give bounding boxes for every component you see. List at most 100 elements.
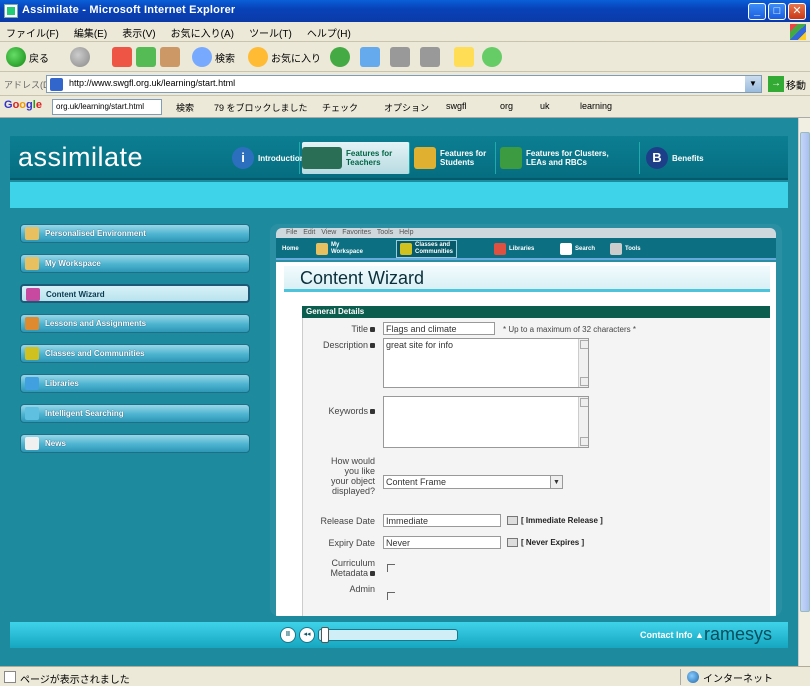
- lessons-icon: [25, 317, 39, 330]
- back-button[interactable]: 戻る: [6, 46, 49, 68]
- release-date-input[interactable]: Immediate: [383, 514, 501, 527]
- admin-checkbox[interactable]: [387, 592, 395, 600]
- media-progress-slider[interactable]: [318, 627, 458, 643]
- menu-personalised-environment[interactable]: Personalised Environment: [20, 224, 250, 243]
- inner-tab-my-workspace[interactable]: My Workspace: [316, 240, 363, 258]
- title-input[interactable]: Flags and climate: [383, 322, 495, 335]
- content-panel: File Edit View Favorites Tools Help Home…: [270, 224, 782, 616]
- close-button[interactable]: ✕: [788, 3, 806, 20]
- home-icon: [160, 47, 180, 67]
- menu-lessons-assignments[interactable]: Lessons and Assignments: [20, 314, 250, 333]
- info-icon: i: [232, 147, 254, 169]
- google-logo[interactable]: Google: [4, 99, 42, 111]
- address-url: http://www.swgfl.org.uk/learning/start.h…: [69, 78, 236, 88]
- nav-label: Benefits: [672, 153, 704, 163]
- address-dropdown-icon[interactable]: ▼: [745, 76, 761, 92]
- keywords-label: Keywords: [303, 406, 375, 416]
- classes-icon: [25, 347, 39, 360]
- stop-icon: [112, 47, 132, 67]
- display-select[interactable]: Content Frame ▼: [383, 475, 563, 489]
- messenger-icon: [482, 47, 502, 67]
- inner-tab-tools[interactable]: Tools: [610, 240, 641, 258]
- inner-tab-classes-communities[interactable]: Classes and Communities: [396, 240, 458, 258]
- inner-tab-home[interactable]: Home: [282, 240, 299, 258]
- history-button[interactable]: [330, 46, 353, 68]
- expiry-date-hint[interactable]: [ Never Expires ]: [507, 538, 584, 548]
- go-button[interactable]: → 移動: [768, 75, 808, 93]
- google-term-learning[interactable]: learning: [580, 101, 612, 111]
- section-header: General Details: [302, 306, 770, 318]
- nav-features-teachers[interactable]: Features for Teachers: [302, 142, 410, 174]
- menu-libraries[interactable]: Libraries: [20, 374, 250, 393]
- edit-button[interactable]: [420, 46, 443, 68]
- google-search-input[interactable]: org.uk/learning/start.html: [52, 99, 162, 115]
- menu-edit[interactable]: 編集(E): [68, 22, 113, 43]
- menu-classes-communities[interactable]: Classes and Communities: [20, 344, 250, 363]
- menu-tools[interactable]: ツール(T): [243, 22, 298, 43]
- scrollbar-thumb[interactable]: [800, 132, 810, 612]
- inner-tab-libraries[interactable]: Libraries: [494, 240, 534, 258]
- libraries-icon: [25, 377, 39, 390]
- expiry-date-row: Expiry Date Never [ Never Expires ]: [303, 536, 771, 552]
- menu-help[interactable]: ヘルプ(H): [301, 22, 357, 43]
- slider-knob[interactable]: [321, 627, 329, 643]
- required-icon: [370, 327, 375, 332]
- messenger-button[interactable]: [482, 46, 505, 68]
- ramesys-logo[interactable]: ramesys: [704, 624, 772, 645]
- release-date-row: Release Date Immediate [ Immediate Relea…: [303, 514, 771, 530]
- menu-view[interactable]: 表示(V): [116, 22, 161, 43]
- expiry-date-input[interactable]: Never: [383, 536, 501, 549]
- admin-label: Admin: [349, 584, 375, 594]
- menu-intelligent-searching[interactable]: Intelligent Searching: [20, 404, 250, 423]
- keywords-scrollbar[interactable]: [578, 397, 588, 447]
- browser-scrollbar[interactable]: [798, 118, 810, 666]
- keywords-textarea[interactable]: [383, 396, 589, 448]
- description-value: great site for info: [386, 340, 454, 350]
- google-term-org[interactable]: org: [500, 101, 513, 111]
- site-logo[interactable]: assimilate: [18, 142, 143, 173]
- menu-file[interactable]: ファイル(F): [0, 22, 65, 43]
- nav-benefits[interactable]: B Benefits: [646, 142, 716, 174]
- nav-features-clusters[interactable]: Features for Clusters, LEAs and RBCs: [500, 142, 640, 174]
- left-menu: Personalised Environment My Workspace Co…: [20, 224, 250, 464]
- page-viewport: assimilate i Introduction Features for Te…: [0, 118, 798, 666]
- inner-tab-search[interactable]: Search: [560, 240, 595, 258]
- google-search-button[interactable]: 検索: [176, 101, 194, 114]
- print-button[interactable]: [390, 46, 413, 68]
- menu-content-wizard[interactable]: Content Wizard: [20, 284, 250, 303]
- folder-button[interactable]: [454, 46, 477, 68]
- home-button[interactable]: [160, 46, 183, 68]
- curriculum-checkbox[interactable]: [387, 564, 395, 572]
- title-hint: * Up to a maximum of 32 characters *: [503, 325, 636, 334]
- browser-toolbar: 戻る 検索 お気に入り: [0, 42, 810, 72]
- check-button[interactable]: チェック: [322, 101, 358, 114]
- pause-button[interactable]: II: [280, 627, 296, 643]
- options-button[interactable]: オプション: [384, 101, 429, 114]
- rewind-button[interactable]: ◂◂: [299, 627, 315, 643]
- nav-introduction[interactable]: i Introduction: [232, 142, 305, 174]
- search-button[interactable]: 検索: [192, 46, 235, 68]
- release-date-label: Release Date: [320, 516, 375, 526]
- menu-favorites[interactable]: お気に入り(A): [165, 22, 240, 43]
- mail-button[interactable]: [360, 46, 383, 68]
- google-term-uk[interactable]: uk: [540, 101, 550, 111]
- description-textarea[interactable]: great site for info: [383, 338, 589, 388]
- google-term-swgfl[interactable]: swgfl: [446, 101, 467, 111]
- minimize-button[interactable]: _: [748, 3, 766, 20]
- address-input[interactable]: http://www.swgfl.org.uk/learning/start.h…: [46, 75, 762, 93]
- contact-info-link[interactable]: Contact Info ▲: [640, 630, 704, 640]
- maximize-button[interactable]: □: [768, 3, 786, 20]
- refresh-button[interactable]: [136, 46, 159, 68]
- nav-features-students[interactable]: Features for Students: [414, 142, 496, 174]
- stop-button[interactable]: [112, 46, 135, 68]
- menu-news[interactable]: News: [20, 434, 250, 453]
- forward-button[interactable]: [70, 46, 93, 68]
- required-icon: [370, 343, 375, 348]
- description-scrollbar[interactable]: [578, 339, 588, 387]
- favorites-button[interactable]: お気に入り: [248, 46, 321, 68]
- dropdown-arrow-icon[interactable]: ▼: [550, 476, 562, 488]
- popup-blocked-button[interactable]: 79 をブロックしました: [214, 101, 308, 114]
- release-date-hint[interactable]: [ Immediate Release ]: [507, 516, 603, 526]
- menu-my-workspace[interactable]: My Workspace: [20, 254, 250, 273]
- zone-label: インターネット: [703, 673, 773, 685]
